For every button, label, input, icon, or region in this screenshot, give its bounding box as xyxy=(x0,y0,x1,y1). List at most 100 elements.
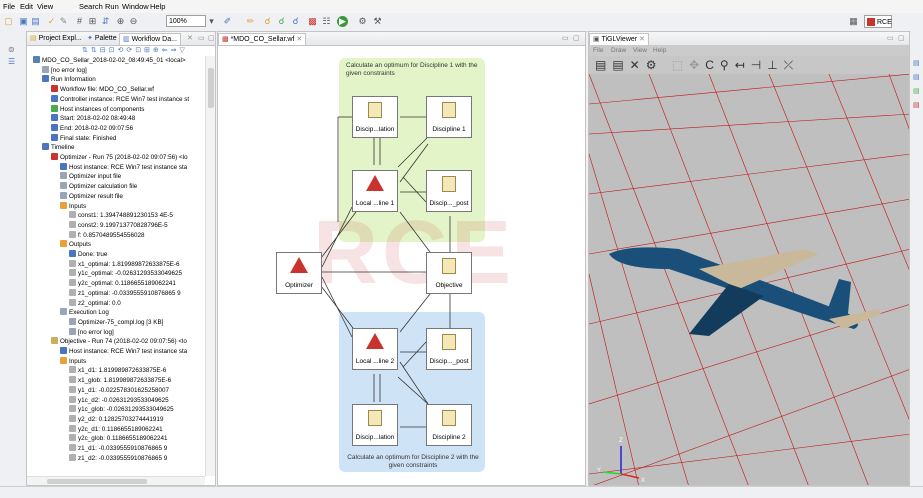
minimize-icon[interactable]: ⊜ xyxy=(8,45,15,54)
tree-item[interactable]: y2c_optimal: 0.1186655189062241 xyxy=(69,279,176,288)
tree-item[interactable]: Optimizer - Run 75 (2018-02-02 09:07:56)… xyxy=(51,153,188,162)
node-objective[interactable]: Objective xyxy=(426,252,472,294)
tools-icon[interactable]: ⚒ xyxy=(372,16,383,27)
save-icon[interactable]: ▣ xyxy=(18,16,29,27)
data-tree[interactable]: MDO_CO_Sellar_2018-02-02_08:49:45_01 <lo… xyxy=(27,56,215,484)
menu-help[interactable]: Help xyxy=(150,2,165,11)
tree-item[interactable]: z1_d2: -0.0339555910876865 9 xyxy=(69,453,167,463)
tree-item[interactable]: Timeline xyxy=(42,143,75,152)
maximize-view-icon[interactable]: ▢ xyxy=(898,34,905,42)
viewer-menu-draw[interactable]: Draw xyxy=(611,47,626,54)
workflow-editor-icon[interactable]: ▩ xyxy=(307,16,318,27)
tree-item[interactable]: y2c_glob: 0.1186655189062241 xyxy=(69,434,168,443)
viewer-menu-view[interactable]: View xyxy=(633,47,647,54)
menu-edit[interactable]: Edit xyxy=(20,2,33,11)
viewer-toolbar[interactable]: ▤▤✕⚙ ⬚✥C⚲↤⊣⊥⤫ xyxy=(589,56,909,74)
h-scrollbar-thumb[interactable] xyxy=(47,479,147,484)
tree-item[interactable]: x1_d1: 1.819989872633875E-6 xyxy=(69,366,166,375)
tree-item[interactable]: Final state: Finished xyxy=(51,133,116,143)
outline-icon[interactable]: ☰ xyxy=(8,57,15,66)
tree-item[interactable]: y1c_d2: -0.02631293533049625 xyxy=(69,395,169,405)
tree-item[interactable]: y2c_d1: 0.1186655189062241 xyxy=(69,424,163,434)
open-perspective-icon[interactable]: ▦ xyxy=(848,16,859,27)
node-local-optimizer-1[interactable]: Local ...line 1 xyxy=(352,170,398,212)
node-discipline-calculation-2[interactable]: Discip...lation xyxy=(352,404,398,446)
settings-icon[interactable]: ⚙ xyxy=(357,16,368,27)
menu-file[interactable]: File xyxy=(3,2,15,11)
chevron-down-icon[interactable]: ▾ xyxy=(206,16,217,27)
tree-item[interactable]: Objective - Run 74 (2018-02-02 09:07:56)… xyxy=(51,337,187,346)
tree-item[interactable]: [no error log] xyxy=(42,65,87,75)
viewer-menu-file[interactable]: File xyxy=(593,47,603,54)
log-icon[interactable]: ▤ xyxy=(913,87,920,95)
panel-toolbar-icons[interactable]: ⇅⇅⊟⊡⟲⟳⊡⊞⊕⇐⇒▽ xyxy=(82,46,212,55)
run-icon[interactable]: ▶ xyxy=(337,16,348,27)
tree-item[interactable]: Optimizer calculation file xyxy=(60,182,137,191)
tree-item[interactable]: y1c_optimal: -0.02631293533049625 xyxy=(69,269,182,278)
horizontal-scrollbar[interactable] xyxy=(27,476,205,485)
tree-item[interactable]: Start: 2018-02-02 08:49:48 xyxy=(51,114,135,123)
minimize-view-icon[interactable]: ▭ xyxy=(887,34,894,42)
list-icon[interactable]: ☷ xyxy=(321,16,332,27)
workflow-icon-2[interactable]: ☌ xyxy=(276,16,287,27)
tree-item[interactable]: Execution Log xyxy=(60,308,109,317)
save-all-icon[interactable]: ▤ xyxy=(30,16,41,27)
node-discipline-2[interactable]: Discipline 2 xyxy=(426,404,472,446)
wand-icon[interactable]: ✐ xyxy=(222,16,233,27)
node-discipline-post-1[interactable]: Discip..._post xyxy=(426,170,472,212)
tree-item[interactable]: Inputs xyxy=(60,201,86,211)
node-discipline-post-2[interactable]: Discip..._post xyxy=(426,328,472,370)
menu-run[interactable]: Run xyxy=(105,2,119,11)
tree-item[interactable]: Optimizer input file xyxy=(60,172,121,181)
node-discipline-1[interactable]: Discipline 1 xyxy=(426,96,472,138)
tree-item[interactable]: const2: 9.199713770828796E-5 xyxy=(69,220,168,230)
tree-item[interactable]: Outputs xyxy=(60,240,91,249)
console-icon[interactable]: ▤ xyxy=(913,73,920,81)
tree-item[interactable]: Host instances of components xyxy=(51,104,144,114)
zoom-out-icon[interactable]: ⊖ xyxy=(128,16,139,27)
workflow-list-icon[interactable]: ▤ xyxy=(913,101,920,109)
tree-item[interactable]: y1_d1: -0.022578301625258007 xyxy=(69,385,169,395)
minimize-view-icon[interactable]: ▭ xyxy=(198,34,205,42)
tree-item[interactable]: y2_d2: 0.12825703274441919 xyxy=(69,414,163,424)
new-icon[interactable]: ▢ xyxy=(3,16,14,27)
tree-item[interactable]: z1_d1: -0.0339555910876865 9 xyxy=(69,444,167,453)
menu-window[interactable]: Window xyxy=(122,2,149,11)
tree-item[interactable]: Inputs xyxy=(60,356,86,366)
zoom-in-icon[interactable]: ⊕ xyxy=(115,16,126,27)
edit-icon[interactable]: ✎ xyxy=(58,16,69,27)
tab-palette[interactable]: ✦ Palette xyxy=(84,33,120,44)
menu-view[interactable]: View xyxy=(37,2,53,11)
maximize-view-icon[interactable]: ▢ xyxy=(208,34,215,42)
menu-search[interactable]: Search xyxy=(79,2,103,11)
node-optimizer[interactable]: Optimizer xyxy=(276,252,322,294)
workflow-icon-1[interactable]: ☌ xyxy=(262,16,273,27)
tree-item[interactable]: MDO_CO_Sellar_2018-02-02_08:49:45_01 <lo… xyxy=(33,56,186,65)
workflow-icon-3[interactable]: ☌ xyxy=(290,16,301,27)
tree-item[interactable]: z1_optimal: -0.0339555910876865 9 xyxy=(69,288,181,298)
zoom-level-select[interactable]: 100% xyxy=(166,15,206,27)
tree-item[interactable]: Optimizer result file xyxy=(60,191,123,201)
tree-item[interactable]: Optimizer-75_compl.log [3 KB] xyxy=(69,317,163,327)
tree-item[interactable]: [no error log] xyxy=(69,327,114,337)
grid-icon[interactable]: # xyxy=(74,16,85,27)
tab-tigl-viewer[interactable]: ▣ TiGLViewer ✕ xyxy=(589,33,649,45)
3d-viewport[interactable]: Z X Y xyxy=(589,74,910,486)
tree-item[interactable]: Run Information xyxy=(42,75,96,84)
perspective-rce[interactable]: RCE xyxy=(864,15,892,28)
properties-icon[interactable]: ▤ xyxy=(913,59,920,67)
tree-item[interactable]: Host instance: RCE Win7 test instance st… xyxy=(60,347,187,356)
tree-item[interactable]: y1c_glob: -0.02631293533049625 xyxy=(69,405,174,414)
tree-item[interactable]: End: 2018-02-02 09:07:56 xyxy=(51,123,133,133)
viewer-menu-help[interactable]: Help xyxy=(653,47,666,54)
tree-item[interactable]: Done: true xyxy=(69,250,107,259)
tree-item[interactable]: x1_glob: 1.819989872633875E-6 xyxy=(69,376,171,385)
vertical-scrollbar[interactable] xyxy=(205,56,215,476)
tab-project-explorer[interactable]: ▤ Project Expl... xyxy=(27,33,85,44)
tree-item[interactable]: const1: 1.394748891230153 4E-5 xyxy=(69,211,173,220)
tree-item[interactable]: Host instance: RCE Win7 test instance st… xyxy=(60,162,187,172)
connect-icon[interactable]: ⇵ xyxy=(100,16,111,27)
tree-item[interactable]: Controller instance: RCE Win7 test insta… xyxy=(51,94,189,104)
tab-workflow-data-browser[interactable]: ▥ Workflow Da... xyxy=(119,33,181,45)
snap-icon[interactable]: ⊞ xyxy=(87,16,98,27)
